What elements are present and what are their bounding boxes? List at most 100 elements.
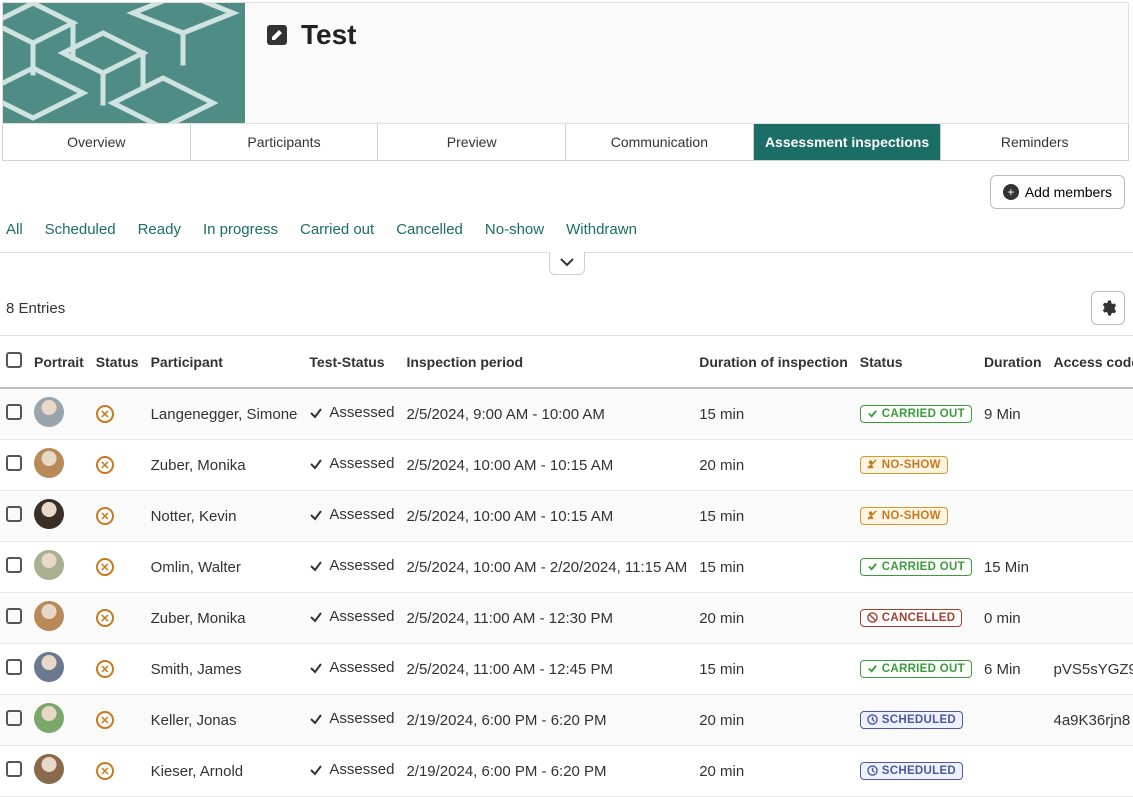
cell-period: 2/5/2024, 9:00 AM - 10:00 AM bbox=[400, 388, 693, 440]
chevron-down-icon bbox=[560, 257, 574, 267]
cell-duration-of: 15 min bbox=[693, 388, 854, 440]
cell-duration-of: 20 min bbox=[693, 593, 854, 644]
status-cancel-icon: ✕ bbox=[96, 762, 114, 780]
filter-ready[interactable]: Ready bbox=[138, 221, 181, 238]
cell-access-code bbox=[1048, 542, 1133, 593]
avatar bbox=[34, 652, 64, 682]
col-status2[interactable]: Status bbox=[854, 336, 978, 389]
cell-access-code: pVS5sYGZ97 bbox=[1048, 644, 1133, 695]
cell-period: 2/5/2024, 11:00 AM - 12:30 PM bbox=[400, 593, 693, 644]
status-badge: NO-SHOW bbox=[860, 507, 948, 525]
cell-duration: 6 Min bbox=[978, 644, 1048, 695]
add-members-button[interactable]: + Add members bbox=[990, 175, 1125, 209]
cell-period: 2/5/2024, 10:00 AM - 10:15 AM bbox=[400, 440, 693, 491]
col-test-status[interactable]: Test-Status bbox=[303, 336, 400, 389]
table-settings-button[interactable] bbox=[1091, 291, 1125, 325]
row-checkbox[interactable] bbox=[6, 404, 22, 420]
filter-withdrawn[interactable]: Withdrawn bbox=[566, 221, 637, 238]
row-checkbox[interactable] bbox=[6, 506, 22, 522]
cell-duration-of: 15 min bbox=[693, 491, 854, 542]
table-row: ✕Smith, JamesAssessed2/5/2024, 11:00 AM … bbox=[0, 644, 1133, 695]
edit-icon[interactable] bbox=[263, 21, 291, 49]
cell-period: 2/5/2024, 10:00 AM - 2/20/2024, 11:15 AM bbox=[400, 542, 693, 593]
cell-test-status: Assessed bbox=[309, 761, 394, 778]
status-cancel-icon: ✕ bbox=[96, 711, 114, 729]
col-portrait[interactable]: Portrait bbox=[28, 336, 90, 389]
row-checkbox[interactable] bbox=[6, 761, 22, 777]
col-inspection-period[interactable]: Inspection period bbox=[400, 336, 693, 389]
tab-participants[interactable]: Participants bbox=[191, 124, 379, 161]
tab-reminders[interactable]: Reminders bbox=[941, 124, 1129, 161]
tab-preview[interactable]: Preview bbox=[378, 124, 566, 161]
cell-period: 2/19/2024, 6:00 PM - 6:20 PM bbox=[400, 746, 693, 797]
cell-duration-of: 20 min bbox=[693, 746, 854, 797]
row-checkbox[interactable] bbox=[6, 710, 22, 726]
check-icon bbox=[309, 457, 323, 471]
avatar bbox=[34, 397, 64, 427]
col-access-code[interactable]: Access code bbox=[1048, 336, 1133, 389]
cell-access-code: 4a9K36rjn8 bbox=[1048, 695, 1133, 746]
col-participant[interactable]: Participant bbox=[145, 336, 304, 389]
status-cancel-icon: ✕ bbox=[96, 609, 114, 627]
cell-participant: Notter, Kevin bbox=[145, 491, 304, 542]
filter-carried-out[interactable]: Carried out bbox=[300, 221, 374, 238]
cell-status: CANCELLED bbox=[854, 593, 978, 644]
tab-bar: OverviewParticipantsPreviewCommunication… bbox=[2, 124, 1129, 161]
row-checkbox[interactable] bbox=[6, 608, 22, 624]
cell-duration bbox=[978, 440, 1048, 491]
cell-status: CARRIED OUT bbox=[854, 388, 978, 440]
cell-duration-of: 20 min bbox=[693, 695, 854, 746]
cell-duration-of: 15 min bbox=[693, 542, 854, 593]
avatar bbox=[34, 754, 64, 784]
check-icon bbox=[309, 559, 323, 573]
add-members-label: Add members bbox=[1025, 184, 1112, 200]
table-row: ✕Keller, JonasAssessed2/19/2024, 6:00 PM… bbox=[0, 695, 1133, 746]
row-checkbox[interactable] bbox=[6, 455, 22, 471]
cell-duration: 9 Min bbox=[978, 388, 1048, 440]
cell-participant: Kieser, Arnold bbox=[145, 746, 304, 797]
status-badge: CARRIED OUT bbox=[860, 405, 972, 423]
cell-access-code bbox=[1048, 746, 1133, 797]
cell-duration bbox=[978, 746, 1048, 797]
cell-test-status: Assessed bbox=[309, 659, 394, 676]
cell-participant: Zuber, Monika bbox=[145, 440, 304, 491]
filter-cancelled[interactable]: Cancelled bbox=[396, 221, 463, 238]
expand-filters-button[interactable] bbox=[549, 252, 585, 275]
row-checkbox[interactable] bbox=[6, 557, 22, 573]
filter-in-progress[interactable]: In progress bbox=[203, 221, 278, 238]
cell-status: CARRIED OUT bbox=[854, 542, 978, 593]
col-duration-of[interactable]: Duration of inspection bbox=[693, 336, 854, 389]
entries-count: 8 Entries bbox=[6, 300, 65, 317]
cell-duration bbox=[978, 491, 1048, 542]
cell-participant: Langenegger, Simone bbox=[145, 388, 304, 440]
filter-no-show[interactable]: No-show bbox=[485, 221, 544, 238]
row-checkbox[interactable] bbox=[6, 659, 22, 675]
check-icon bbox=[309, 661, 323, 675]
cell-test-status: Assessed bbox=[309, 506, 394, 523]
col-status[interactable]: Status bbox=[90, 336, 145, 389]
cell-period: 2/5/2024, 11:00 AM - 12:45 PM bbox=[400, 644, 693, 695]
table-row: ✕Omlin, WalterAssessed2/5/2024, 10:00 AM… bbox=[0, 542, 1133, 593]
col-duration[interactable]: Duration bbox=[978, 336, 1048, 389]
table-row: ✕Notter, KevinAssessed2/5/2024, 10:00 AM… bbox=[0, 491, 1133, 542]
table-row: ✕Zuber, MonikaAssessed2/5/2024, 10:00 AM… bbox=[0, 440, 1133, 491]
avatar bbox=[34, 448, 64, 478]
filter-scheduled[interactable]: Scheduled bbox=[45, 221, 116, 238]
inspections-table: Portrait Status Participant Test-Status … bbox=[0, 335, 1133, 797]
status-badge: SCHEDULED bbox=[860, 762, 963, 780]
tab-communication[interactable]: Communication bbox=[566, 124, 754, 161]
select-all-checkbox[interactable] bbox=[6, 352, 22, 368]
tab-assessment-inspections[interactable]: Assessment inspections bbox=[754, 124, 942, 161]
status-badge: SCHEDULED bbox=[860, 711, 963, 729]
cell-duration bbox=[978, 695, 1048, 746]
cell-participant: Zuber, Monika bbox=[145, 593, 304, 644]
status-badge: CARRIED OUT bbox=[860, 660, 972, 678]
cell-status: CARRIED OUT bbox=[854, 644, 978, 695]
tab-overview[interactable]: Overview bbox=[2, 124, 191, 161]
avatar bbox=[34, 499, 64, 529]
cell-period: 2/19/2024, 6:00 PM - 6:20 PM bbox=[400, 695, 693, 746]
filter-all[interactable]: All bbox=[6, 221, 23, 238]
cell-access-code bbox=[1048, 593, 1133, 644]
cell-test-status: Assessed bbox=[309, 710, 394, 727]
table-row: ✕Langenegger, SimoneAssessed2/5/2024, 9:… bbox=[0, 388, 1133, 440]
